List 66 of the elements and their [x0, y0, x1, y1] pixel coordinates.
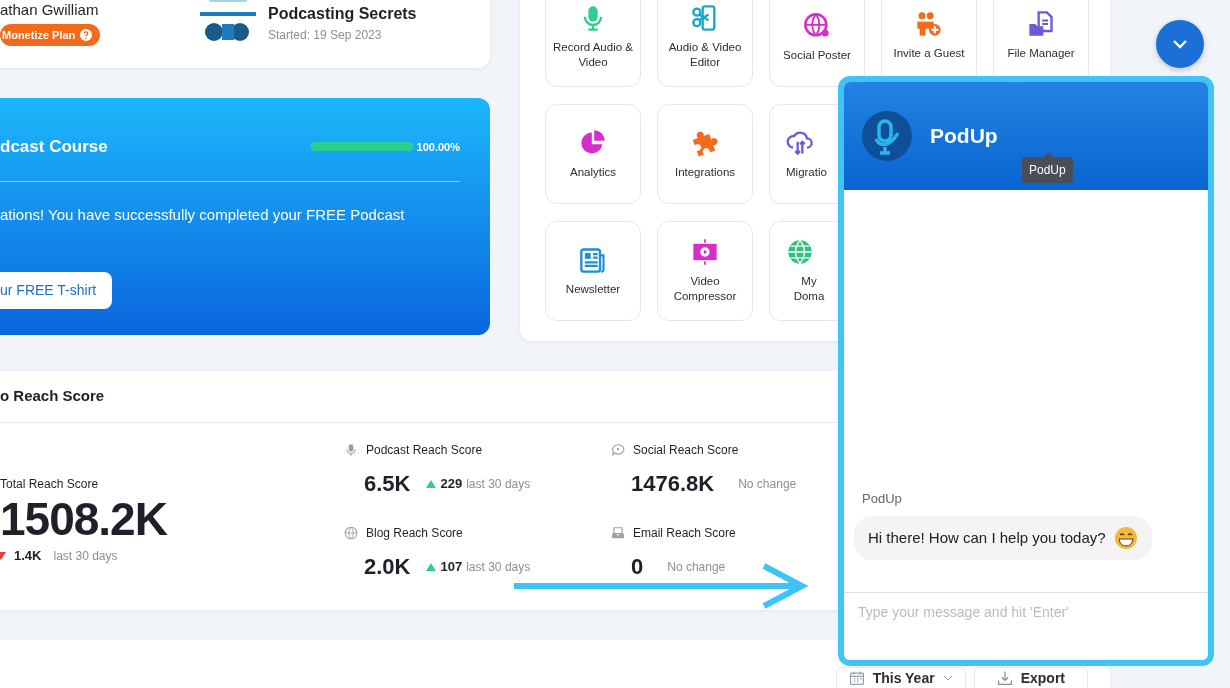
- cloud-arrows-icon: [786, 128, 814, 157]
- app-tile[interactable]: Video Compressor: [657, 221, 753, 321]
- start-date: Started: 19 Sep 2023: [268, 27, 383, 44]
- completion-message: ations! You have successfully completed your FREE Podcast: [0, 204, 406, 225]
- film-icon: [691, 238, 719, 267]
- tooltip: PodUp: [1022, 157, 1073, 183]
- microphone-icon: [344, 443, 358, 457]
- newspaper-icon: [579, 245, 607, 274]
- score-label: Total Reach Score: [0, 476, 100, 493]
- score-label: Social Reach Score: [633, 442, 739, 459]
- score-change: 1.4K: [14, 546, 42, 565]
- help-icon: [80, 28, 93, 41]
- globe-share-icon: [803, 11, 831, 40]
- section-title: o Reach Score: [0, 386, 105, 407]
- globe-icon: [344, 526, 358, 540]
- score-value: 1476.8K: [631, 470, 715, 498]
- app-tile[interactable]: Newsletter: [545, 221, 641, 321]
- sender-name: PodUp: [862, 489, 903, 508]
- tshirt-button[interactable]: ur FREE T-shirt: [0, 272, 113, 309]
- up-arrow-icon: [426, 479, 437, 488]
- app-tile[interactable]: Integrations: [657, 104, 753, 204]
- period-text: last 30 days: [53, 547, 118, 565]
- grin-emoji-icon: [1113, 526, 1138, 550]
- download-icon: [996, 670, 1013, 686]
- calendar-icon: [848, 670, 865, 686]
- score-change: 229: [440, 474, 463, 493]
- message-text: Hi there! How can I help you today?: [868, 527, 1106, 548]
- app-tile[interactable]: Analytics: [545, 104, 641, 204]
- app-tile[interactable]: Social Poster: [769, 0, 865, 87]
- score-change: 107: [440, 557, 463, 576]
- globe-icon: [786, 238, 814, 267]
- app-tile[interactable]: Audio & Video Editor: [657, 0, 753, 87]
- score-label: Blog Reach Score: [366, 525, 463, 542]
- app-tile[interactable]: Record Audio & Video: [545, 0, 641, 87]
- course-title: dcast Course: [0, 136, 108, 158]
- caret-icon: [942, 675, 953, 681]
- app-tile[interactable]: File Manager: [993, 0, 1089, 76]
- period-text: No change: [738, 475, 797, 493]
- export-button[interactable]: Export: [973, 667, 1088, 688]
- scissors-document-icon: [691, 4, 719, 33]
- up-arrow-icon: [426, 562, 437, 571]
- scroll-down-button[interactable]: [1156, 20, 1204, 68]
- score-label: Email Reach Score: [633, 525, 736, 542]
- app-tile[interactable]: Migratio: [769, 104, 838, 204]
- period-text: last 30 days: [466, 475, 531, 493]
- chat-logo-icon: [862, 111, 912, 161]
- score-value: 1508.2K: [0, 493, 169, 546]
- podcast-title: Podcasting Secrets: [268, 4, 417, 24]
- chevron-down-icon: [1172, 39, 1188, 49]
- score-label: Podcast Reach Score: [366, 442, 483, 459]
- score-value: 2.0K: [364, 553, 411, 581]
- chat-bubble-icon: [611, 443, 625, 457]
- user-name: athan Gwilliam: [0, 1, 100, 18]
- period-text: last 30 days: [466, 558, 531, 576]
- score-value: 0: [631, 553, 644, 581]
- inbox-icon: [611, 526, 625, 540]
- app-tile[interactable]: Invite a Guest: [881, 0, 977, 76]
- message-input[interactable]: Type your message and hit 'Enter': [844, 592, 1208, 660]
- score-value: 6.5K: [364, 470, 411, 498]
- app-tile[interactable]: My Doma: [769, 221, 838, 321]
- period-dropdown[interactable]: This Year: [835, 667, 966, 688]
- add-user-icon: [915, 10, 943, 38]
- chat-title: PodUp: [930, 123, 998, 150]
- progress-percent: 100.00%: [416, 139, 460, 155]
- period-text: No change: [667, 558, 726, 576]
- folder-document-icon: [1027, 10, 1055, 38]
